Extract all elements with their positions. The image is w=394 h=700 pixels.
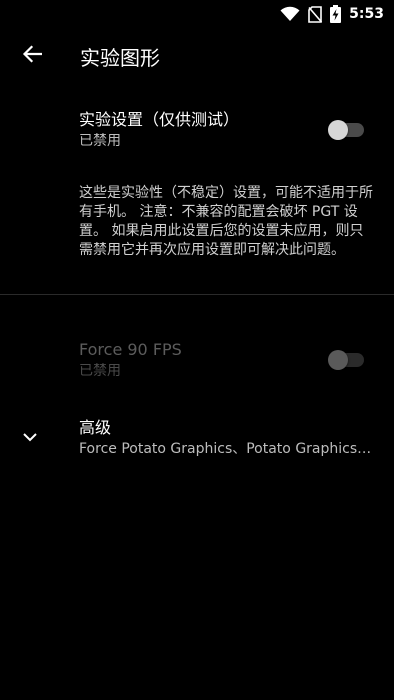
no-sim-icon	[308, 5, 323, 23]
divider	[0, 294, 394, 295]
experimental-setting-status: 已禁用	[79, 133, 121, 149]
chevron-down-icon	[18, 425, 42, 449]
arrow-back-icon	[22, 45, 43, 67]
status-bar: 5:53	[0, 0, 394, 28]
advanced-row[interactable]: 高级 Force Potato Graphics、Potato Graphics…	[0, 410, 394, 466]
force-90-fps-row: Force 90 FPS 已禁用	[0, 332, 394, 388]
page-title: 实验图形	[80, 45, 160, 70]
force-90-fps-title: Force 90 FPS	[79, 340, 182, 359]
app-bar: 实验图形	[0, 28, 394, 84]
force-90-fps-text: Force 90 FPS 已禁用	[79, 339, 309, 381]
switch-thumb	[328, 120, 348, 140]
screen: 5:53 实验图形 实验设置（仅供测试） 已禁用 这些是实验性（不稳定）设置，可…	[0, 0, 394, 700]
switch-thumb	[328, 350, 348, 370]
battery-charging-icon	[330, 5, 342, 23]
wifi-icon	[280, 6, 300, 22]
force-90-fps-status: 已禁用	[79, 363, 121, 379]
experimental-setting-text: 实验设置（仅供测试） 已禁用	[79, 109, 309, 151]
experimental-setting-title: 实验设置（仅供测试）	[79, 110, 240, 129]
experimental-setting-row[interactable]: 实验设置（仅供测试） 已禁用	[0, 100, 394, 160]
experimental-setting-switch[interactable]	[328, 120, 364, 140]
experimental-description: 这些是实验性（不稳定）设置，可能不适用于所有手机。 注意：不兼容的配置会破坏 P…	[79, 185, 373, 258]
advanced-title: 高级	[79, 418, 112, 437]
force-90-fps-switch	[328, 350, 364, 370]
status-time: 5:53	[349, 6, 384, 22]
advanced-summary: Force Potato Graphics、Potato Graphics L.…	[79, 441, 375, 457]
advanced-text: 高级 Force Potato Graphics、Potato Graphics…	[79, 417, 379, 459]
back-button[interactable]	[4, 28, 60, 84]
